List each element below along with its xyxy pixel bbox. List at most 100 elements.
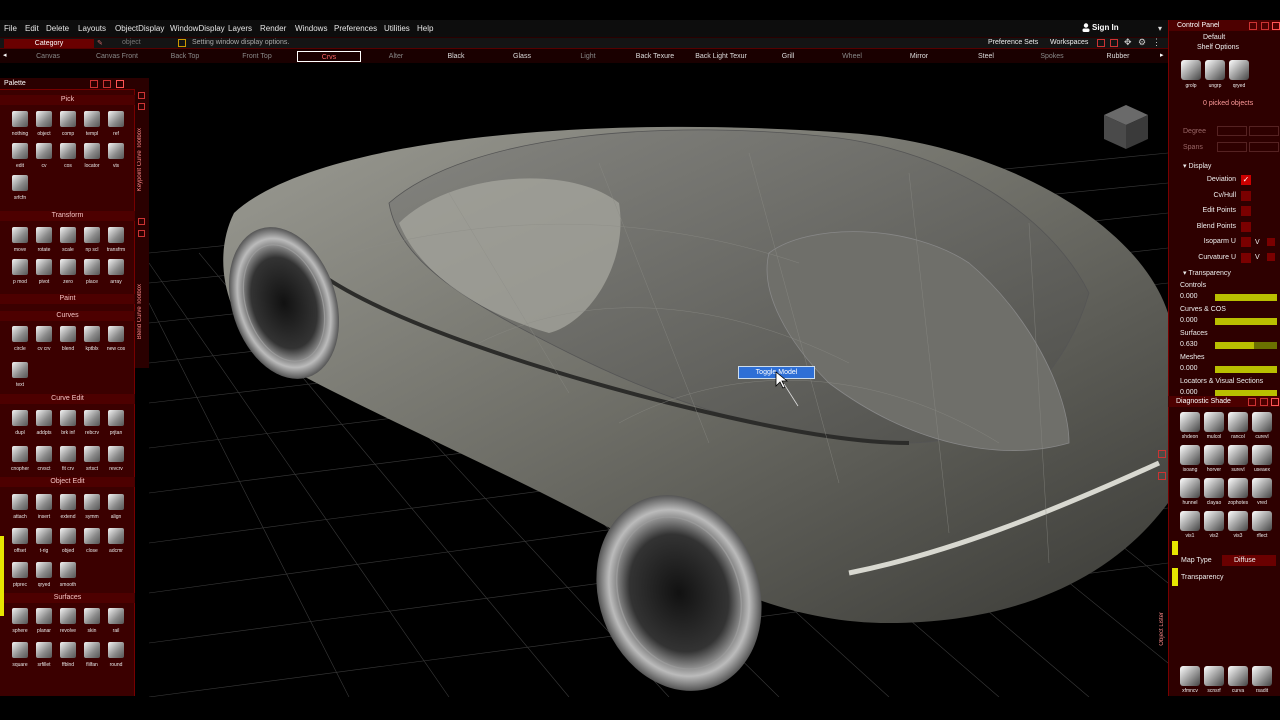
useaex-icon[interactable] — [1252, 445, 1272, 465]
grid-icon[interactable] — [1110, 39, 1118, 47]
tool-scale[interactable]: scale — [58, 225, 78, 253]
tool-prjtan[interactable]: prjtan — [106, 408, 126, 436]
shelf-left-arrow-icon[interactable]: ◂ — [3, 51, 7, 59]
display-option-checkbox[interactable] — [1241, 252, 1251, 263]
menu-delete[interactable]: Delete — [46, 24, 69, 33]
3d-viewport[interactable] — [149, 63, 1168, 697]
tool-smooth[interactable]: smooth — [58, 560, 78, 588]
vis1-icon[interactable] — [1180, 511, 1200, 531]
tool-objed[interactable]: objed — [58, 526, 78, 554]
gear-icon[interactable]: ⚙ — [1138, 37, 1146, 48]
shelf-mirror[interactable]: Mirror — [893, 51, 945, 62]
section-curve-edit[interactable]: Curve Edit — [0, 394, 135, 404]
section-transform[interactable]: Transform — [0, 211, 135, 221]
view-cube-icon[interactable] — [1104, 105, 1148, 149]
shelf-black[interactable]: Black — [430, 51, 482, 62]
tool-cos[interactable]: cos — [58, 141, 78, 169]
shelf-spokes[interactable]: Spokes — [1026, 51, 1078, 62]
menu-windows[interactable]: Windows — [295, 24, 327, 33]
palette-list-icon[interactable] — [103, 80, 111, 88]
more-icon[interactable]: ⋮ — [1152, 37, 1161, 48]
menu-objectdisplay[interactable]: ObjectDisplay — [115, 24, 164, 33]
shelf-back-top[interactable]: Back Top — [152, 51, 218, 62]
ol-close-icon[interactable] — [1158, 450, 1166, 458]
layout-icon[interactable] — [1097, 39, 1105, 47]
shelf-glass[interactable]: Glass — [496, 51, 548, 62]
surevl-icon[interactable] — [1228, 445, 1248, 465]
isoang-icon[interactable] — [1180, 445, 1200, 465]
tool-t-rig[interactable]: t-rig — [34, 526, 54, 554]
tool-brk-inf[interactable]: brk inf — [58, 408, 78, 436]
tool-cv[interactable]: cv — [34, 141, 54, 169]
tool-symm[interactable]: symm — [82, 492, 102, 520]
qryed-icon[interactable] — [1229, 60, 1249, 80]
shelf-crvs[interactable]: Crvs — [297, 51, 361, 62]
hunnel-icon[interactable] — [1180, 478, 1200, 498]
tool-circle[interactable]: circle — [10, 324, 30, 352]
tool-transfrm[interactable]: transfrm — [106, 225, 126, 253]
transparency-value[interactable]: 0.000 — [1180, 389, 1198, 396]
menu-help[interactable]: Help — [417, 24, 433, 33]
tool-square[interactable]: square — [10, 640, 30, 668]
tool-array[interactable]: array — [106, 257, 126, 285]
tool-comp[interactable]: comp — [58, 109, 78, 137]
display-option-checkbox[interactable]: ✓ — [1241, 175, 1251, 185]
object-lister-tab[interactable]: Object Lister — [1159, 612, 1165, 646]
blend-toolbox-label[interactable]: Blend Curve Toolbox — [137, 284, 143, 339]
rflect-icon[interactable] — [1252, 511, 1272, 531]
tool-move[interactable]: move — [10, 225, 30, 253]
tool-srtsct[interactable]: srtsct — [82, 444, 102, 472]
category-selector[interactable]: Category — [4, 39, 94, 48]
cp-shelf-options[interactable]: Shelf Options — [1197, 44, 1239, 51]
tool-ffblnd[interactable]: ffblnd — [58, 640, 78, 668]
tool-dupl[interactable]: dupl — [10, 408, 30, 436]
section-curves[interactable]: Curves — [0, 311, 135, 321]
ol-list-icon[interactable] — [1158, 472, 1166, 480]
transparency-value[interactable]: 0.000 — [1180, 317, 1198, 324]
preference-sets-button[interactable]: Preference Sets — [988, 39, 1038, 46]
shelf-back-light-texur[interactable]: Back Light Texur — [690, 51, 752, 62]
tool-object[interactable]: object — [34, 109, 54, 137]
shelf-canvas[interactable]: Canvas — [14, 51, 82, 62]
sign-in-link[interactable]: Sign In — [1092, 23, 1119, 32]
transparency-slider[interactable] — [1215, 366, 1277, 373]
tool-cnopher[interactable]: cnopher — [10, 444, 30, 472]
tool-rail[interactable]: rail — [106, 606, 126, 634]
shelf-steel[interactable]: Steel — [960, 51, 1012, 62]
menu-windowdisplay[interactable]: WindowDisplay — [170, 24, 225, 33]
tool-place[interactable]: place — [82, 257, 102, 285]
section-pick[interactable]: Pick — [0, 95, 135, 105]
cp-list-icon[interactable] — [1261, 22, 1269, 30]
tool-round[interactable]: round — [106, 640, 126, 668]
tool-locator[interactable]: locator — [82, 141, 102, 169]
toolbox2-list-icon[interactable] — [138, 230, 145, 237]
section-object-edit[interactable]: Object Edit — [0, 477, 135, 487]
tool-extend[interactable]: extend — [58, 492, 78, 520]
tool-nothing[interactable]: nothing — [10, 109, 30, 137]
shelf-light[interactable]: Light — [562, 51, 614, 62]
tool-ptprec[interactable]: ptprec — [10, 560, 30, 588]
keypoint-toolbox-label[interactable]: Keypoint Curve Toolbox — [137, 128, 143, 191]
tool-np-scl[interactable]: np scl — [82, 225, 102, 253]
cp-menu-icon[interactable] — [1249, 22, 1257, 30]
scroll-indicator[interactable] — [0, 536, 4, 616]
car-model-render[interactable] — [149, 63, 1168, 697]
cp-default-select[interactable]: Default — [1203, 34, 1225, 41]
curevl-icon[interactable] — [1252, 412, 1272, 432]
degree-field-2[interactable] — [1249, 126, 1279, 136]
section-paint[interactable]: Paint — [0, 294, 135, 304]
tool-edit[interactable]: edit — [10, 141, 30, 169]
shelf-rubber[interactable]: Rubber — [1092, 51, 1144, 62]
menu-layouts[interactable]: Layouts — [78, 24, 106, 33]
move-icon[interactable]: ✥ — [1124, 37, 1132, 48]
xfmncv-icon[interactable] — [1180, 666, 1200, 686]
transparency-slider[interactable] — [1215, 318, 1277, 325]
display-option-checkbox[interactable] — [1241, 237, 1251, 247]
tool-cv-crv[interactable]: cv crv — [34, 324, 54, 352]
shelf-front-top[interactable]: Front Top — [220, 51, 294, 62]
horver-icon[interactable] — [1204, 445, 1224, 465]
tool-rotate[interactable]: rotate — [34, 225, 54, 253]
display-option-checkbox[interactable] — [1241, 221, 1251, 232]
curvature-v-checkbox[interactable] — [1267, 253, 1275, 261]
grolp-icon[interactable] — [1181, 60, 1201, 80]
